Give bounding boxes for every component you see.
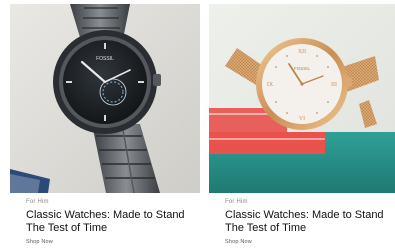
product-card-grid: FOSSIL For Him Classic Watches: Made to … [0,0,395,249]
womens-watch-photo: XII III VI IX FOSSIL [209,4,395,193]
svg-text:III: III [331,82,337,88]
product-card-mens-watch[interactable]: FOSSIL For Him Classic Watches: Made to … [10,0,200,249]
svg-text:IX: IX [267,82,274,88]
product-card-womens-watch[interactable]: XII III VI IX FOSSIL For Him Classic Wat… [209,0,395,249]
shop-now-link[interactable]: Shop Now [225,239,252,245]
shop-now-link[interactable]: Shop Now [26,239,53,245]
svg-text:XII: XII [298,49,306,55]
card-title[interactable]: Classic Watches: Made to Stand The Test … [26,209,200,235]
product-image-mens-watch[interactable]: FOSSIL [10,4,200,193]
product-image-womens-watch[interactable]: XII III VI IX FOSSIL [209,4,395,193]
card-eyebrow: For Him [225,199,248,205]
card-title[interactable]: Classic Watches: Made to Stand The Test … [225,209,395,235]
mens-watch-photo: FOSSIL [10,4,200,193]
card-eyebrow: For Him [26,199,49,205]
womens-watch-dial-brand: FOSSIL [294,66,311,71]
svg-text:VI: VI [299,116,305,122]
mens-watch-dial-brand: FOSSIL [96,56,114,62]
